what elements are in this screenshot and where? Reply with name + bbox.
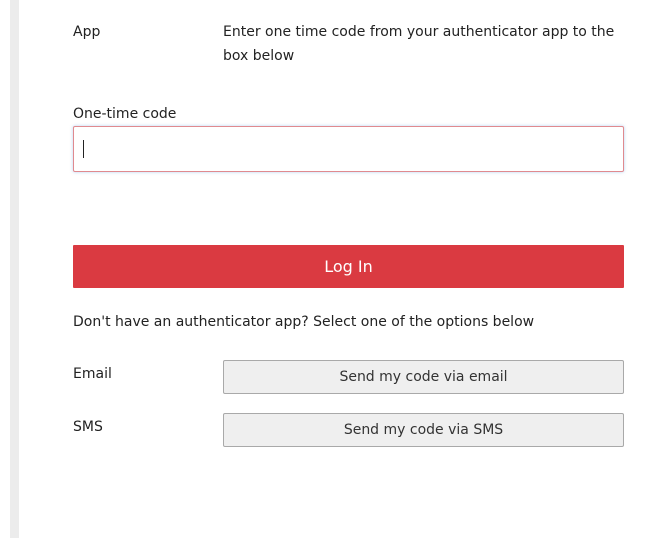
app-method-label: App [73, 24, 101, 40]
alternative-options-note: Don't have an authenticator app? Select … [73, 314, 535, 330]
text-cursor [83, 140, 84, 158]
two-factor-page: App Enter one time code from your authen… [0, 0, 668, 538]
log-in-button[interactable]: Log In [73, 245, 624, 288]
app-method-row: App Enter one time code from your authen… [73, 20, 624, 68]
email-method-label: Email [73, 366, 112, 382]
one-time-code-label: One-time code [73, 106, 177, 122]
one-time-code-input[interactable] [73, 126, 624, 172]
send-code-sms-button[interactable]: Send my code via SMS [223, 413, 624, 447]
email-method-row: Email Send my code via email [73, 360, 624, 394]
left-rail [10, 0, 19, 538]
app-method-description: Enter one time code from your authentica… [223, 24, 615, 64]
sms-method-label: SMS [73, 419, 103, 435]
sms-method-row: SMS Send my code via SMS [73, 413, 624, 447]
send-code-email-button[interactable]: Send my code via email [223, 360, 624, 394]
